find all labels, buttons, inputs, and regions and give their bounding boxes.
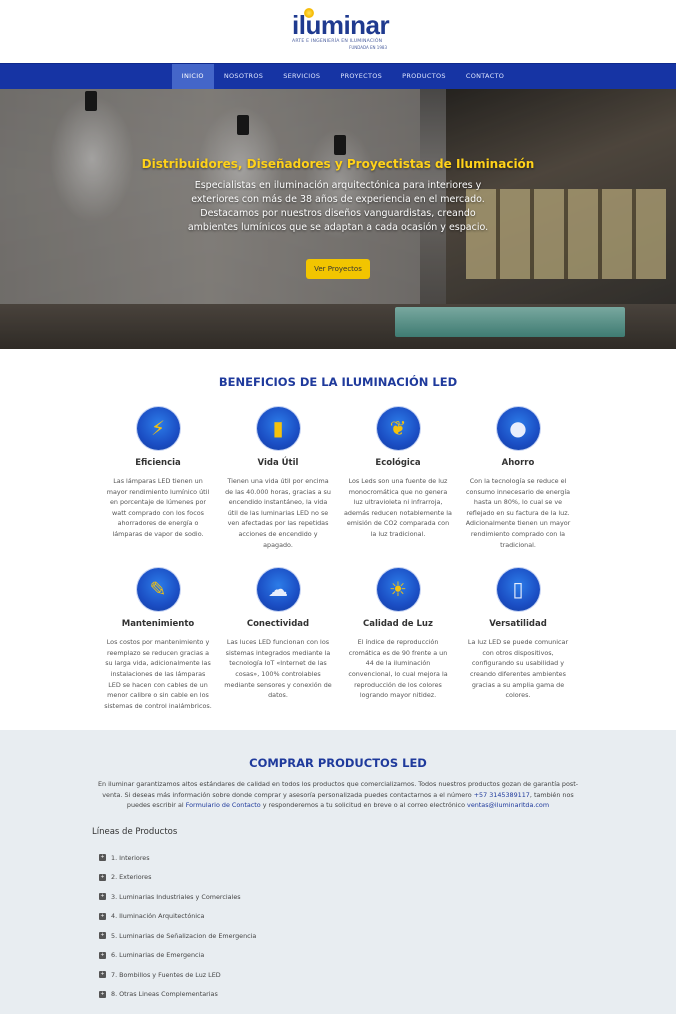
- nav-nosotros[interactable]: NOSOTROS: [214, 64, 273, 89]
- plus-box-icon: +: [99, 873, 106, 881]
- list-item[interactable]: +2. Exteriores: [99, 868, 256, 888]
- benefit-text: Con la tecnología se reduce el consumo i…: [465, 477, 571, 549]
- nav-proyectos[interactable]: PROYECTOS: [330, 64, 392, 89]
- phone-link[interactable]: +57 3145389117: [474, 791, 530, 799]
- list-item[interactable]: +4. Iluminación Arquitectónica: [99, 907, 256, 927]
- list-item-label: 4. Iluminación Arquitectónica: [111, 912, 205, 921]
- benefit-text: La luz LED se puede comunicar con otros …: [467, 638, 569, 700]
- benefit-title: Vida Útil: [257, 458, 299, 468]
- buy-title: COMPRAR PRODUCTOS LED: [249, 756, 427, 770]
- nav-servicios[interactable]: SERVICIOS: [273, 64, 330, 89]
- benefit-title: Mantenimiento: [121, 619, 195, 630]
- contact-form-link[interactable]: Formulario de Contacto: [186, 801, 261, 809]
- site-logo[interactable]: iluminar ARTE E INGENIERÍA EN ILUMINACIÓ…: [292, 8, 390, 50]
- eco-bulb-icon: ❦: [376, 407, 420, 450]
- energy-efficiency-icon: ⚡: [136, 407, 180, 450]
- benefit-text: Los Leds son una fuente de luz monocromá…: [344, 477, 452, 538]
- benefit-text: Tienen una vida útil por encima de las 4…: [225, 477, 331, 549]
- product-lines-list: +1. Interiores +2. Exteriores +3. Lumina…: [99, 848, 256, 1004]
- plus-box-icon: +: [99, 912, 106, 920]
- view-projects-button[interactable]: Ver Proyectos: [306, 259, 370, 279]
- benefit-card: ☀ Calidad de Luz El índice de reproducci…: [338, 568, 458, 711]
- benefit-card: ✎ Mantenimiento Los costos por mantenimi…: [98, 568, 218, 711]
- nav-inicio[interactable]: INICIO: [171, 64, 214, 89]
- email-link[interactable]: ventas@iluminarltda.com: [467, 801, 549, 809]
- plus-box-icon: +: [99, 990, 106, 998]
- benefits-grid: ⚡ Eficiencia Las lámparas LED tienen un …: [98, 407, 578, 711]
- nav-contacto[interactable]: CONTACTO: [456, 64, 514, 89]
- benefits-section: BENEFICIOS DE LA ILUMINACIÓN LED ⚡ Efici…: [0, 349, 676, 730]
- benefit-title: Eficiencia: [135, 458, 181, 468]
- logo-wordmark: iluminar: [292, 8, 390, 40]
- logo-founded: FUNDADA EN 1983: [349, 45, 387, 50]
- benefit-card: ▯ Versatilidad La luz LED se puede comun…: [458, 568, 578, 711]
- benefit-card: ⚡ Eficiencia Las lámparas LED tienen un …: [98, 407, 218, 550]
- benefit-text: Los costos por mantenimiento y reemplazo…: [104, 638, 212, 710]
- light-dot-icon: [304, 8, 314, 18]
- list-item-label: 3. Luminarias Industriales y Comerciales: [111, 892, 241, 901]
- main-nav: INICIO NOSOTROS SERVICIOS PROYECTOS PROD…: [0, 63, 676, 89]
- maintenance-icon: ✎: [136, 568, 180, 612]
- hero-title: Distribuidores, Diseñadores y Proyectist…: [141, 157, 535, 171]
- plus-box-icon: +: [99, 932, 106, 940]
- list-item[interactable]: +7. Bombillos y Fuentes de Luz LED: [99, 965, 256, 985]
- list-item-label: 6. Luminarias de Emergencia: [111, 951, 205, 960]
- light-quality-icon: ☀: [376, 568, 420, 612]
- benefit-title: Ahorro: [501, 458, 535, 468]
- benefits-title: BENEFICIOS DE LA ILUMINACIÓN LED: [218, 375, 458, 389]
- buy-products-section: COMPRAR PRODUCTOS LED En iluminar garant…: [0, 730, 676, 1014]
- list-item-label: 5. Luminarias de Señalizacion de Emergen…: [111, 931, 257, 940]
- benefit-title: Conectividad: [246, 619, 310, 630]
- plus-box-icon: +: [99, 971, 106, 979]
- benefit-title: Versatilidad: [489, 619, 547, 630]
- savings-bulb-icon: ●: [496, 407, 540, 450]
- plus-box-icon: +: [99, 854, 106, 862]
- list-item-label: 7. Bombillos y Fuentes de Luz LED: [111, 970, 221, 979]
- product-lines-title: Líneas de Productos: [92, 827, 178, 837]
- hero-banner: Distribuidores, Diseñadores y Proyectist…: [0, 89, 676, 349]
- list-item[interactable]: +1. Interiores: [99, 848, 256, 868]
- connectivity-icon: ☁: [256, 568, 300, 612]
- versatility-icon: ▯: [496, 568, 540, 612]
- list-item[interactable]: +6. Luminarias de Emergencia: [99, 946, 256, 966]
- benefit-text: El índice de reproducción cromática es d…: [348, 638, 448, 700]
- buy-text-part: y responderemos a tu solicitud en breve …: [262, 801, 465, 809]
- list-item-label: 2. Exteriores: [111, 873, 152, 882]
- benefit-card: ☁ Conectividad Las luces LED funcionan c…: [218, 568, 338, 711]
- benefit-text: Las luces LED funcionan con los sistemas…: [224, 638, 332, 700]
- plus-box-icon: +: [99, 893, 106, 901]
- list-item[interactable]: +5. Luminarias de Señalizacion de Emerge…: [99, 926, 256, 946]
- benefit-card: ❦ Ecológica Los Leds son una fuente de l…: [338, 407, 458, 550]
- benefit-text: Las lámparas LED tienen un mayor rendimi…: [106, 477, 210, 538]
- list-item[interactable]: +3. Luminarias Industriales y Comerciale…: [99, 887, 256, 907]
- list-item-label: 1. Interiores: [111, 853, 150, 862]
- benefit-title: Calidad de Luz: [363, 619, 433, 630]
- hero-description: Especialistas en iluminación arquitectón…: [187, 180, 489, 233]
- nav-productos[interactable]: PRODUCTOS: [392, 64, 456, 89]
- benefit-title: Ecológica: [375, 458, 421, 468]
- plus-box-icon: +: [99, 951, 106, 959]
- list-item[interactable]: +8. Otras Lineas Complementarias: [99, 985, 256, 1005]
- battery-life-icon: ▮: [256, 407, 300, 450]
- site-header: iluminar ARTE E INGENIERÍA EN ILUMINACIÓ…: [0, 0, 676, 63]
- list-item-label: 8. Otras Lineas Complementarias: [111, 990, 218, 999]
- buy-description: En iluminar garantizamos altos estándare…: [90, 779, 586, 811]
- benefit-card: ● Ahorro Con la tecnología se reduce el …: [458, 407, 578, 550]
- benefit-card: ▮ Vida Útil Tienen una vida útil por enc…: [218, 407, 338, 550]
